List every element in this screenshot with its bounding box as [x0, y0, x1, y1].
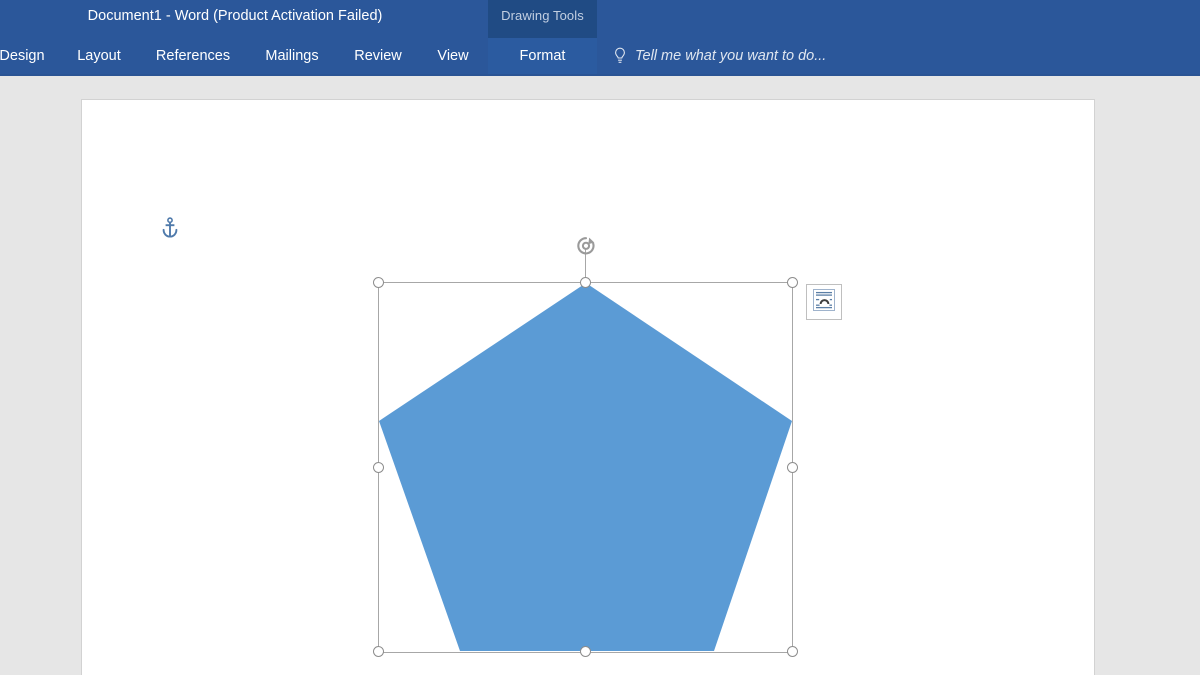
handle-top-center[interactable]	[580, 277, 591, 288]
handle-top-left[interactable]	[373, 277, 384, 288]
layout-options-button[interactable]	[806, 284, 842, 320]
tab-format[interactable]: Format	[488, 38, 597, 74]
window-title: Document1 - Word (Product Activation Fai…	[87, 8, 383, 24]
rotate-icon[interactable]	[573, 233, 599, 259]
tab-mailings[interactable]: Mailings	[254, 38, 330, 74]
handle-bottom-right[interactable]	[787, 646, 798, 657]
document-canvas[interactable]	[0, 76, 1200, 675]
ribbon: Document1 - Word (Product Activation Fai…	[0, 0, 1200, 76]
tab-references[interactable]: References	[144, 38, 242, 74]
handle-middle-right[interactable]	[787, 462, 798, 473]
pentagon-shape[interactable]	[379, 283, 792, 652]
tab-layout[interactable]: Layout	[66, 38, 132, 74]
handle-bottom-center[interactable]	[580, 646, 591, 657]
tell-me-placeholder: Tell me what you want to do...	[635, 48, 827, 64]
handle-bottom-left[interactable]	[373, 646, 384, 657]
shape-selection-frame[interactable]	[373, 237, 798, 657]
word-application-window: Document1 - Word (Product Activation Fai…	[0, 0, 1200, 675]
tab-review[interactable]: Review	[344, 38, 412, 74]
tab-view[interactable]: View	[426, 38, 480, 74]
handle-middle-left[interactable]	[373, 462, 384, 473]
contextual-group-label: Drawing Tools	[501, 8, 584, 23]
lightbulb-icon	[613, 47, 627, 65]
contextual-tool-group-drawing-tools: Drawing Tools Format	[488, 0, 597, 74]
handle-top-right[interactable]	[787, 277, 798, 288]
tell-me-search-box[interactable]: Tell me what you want to do...	[613, 38, 826, 74]
tab-design[interactable]: Design	[0, 38, 56, 74]
text-wrap-icon	[811, 287, 837, 318]
anchor-icon	[160, 216, 180, 240]
